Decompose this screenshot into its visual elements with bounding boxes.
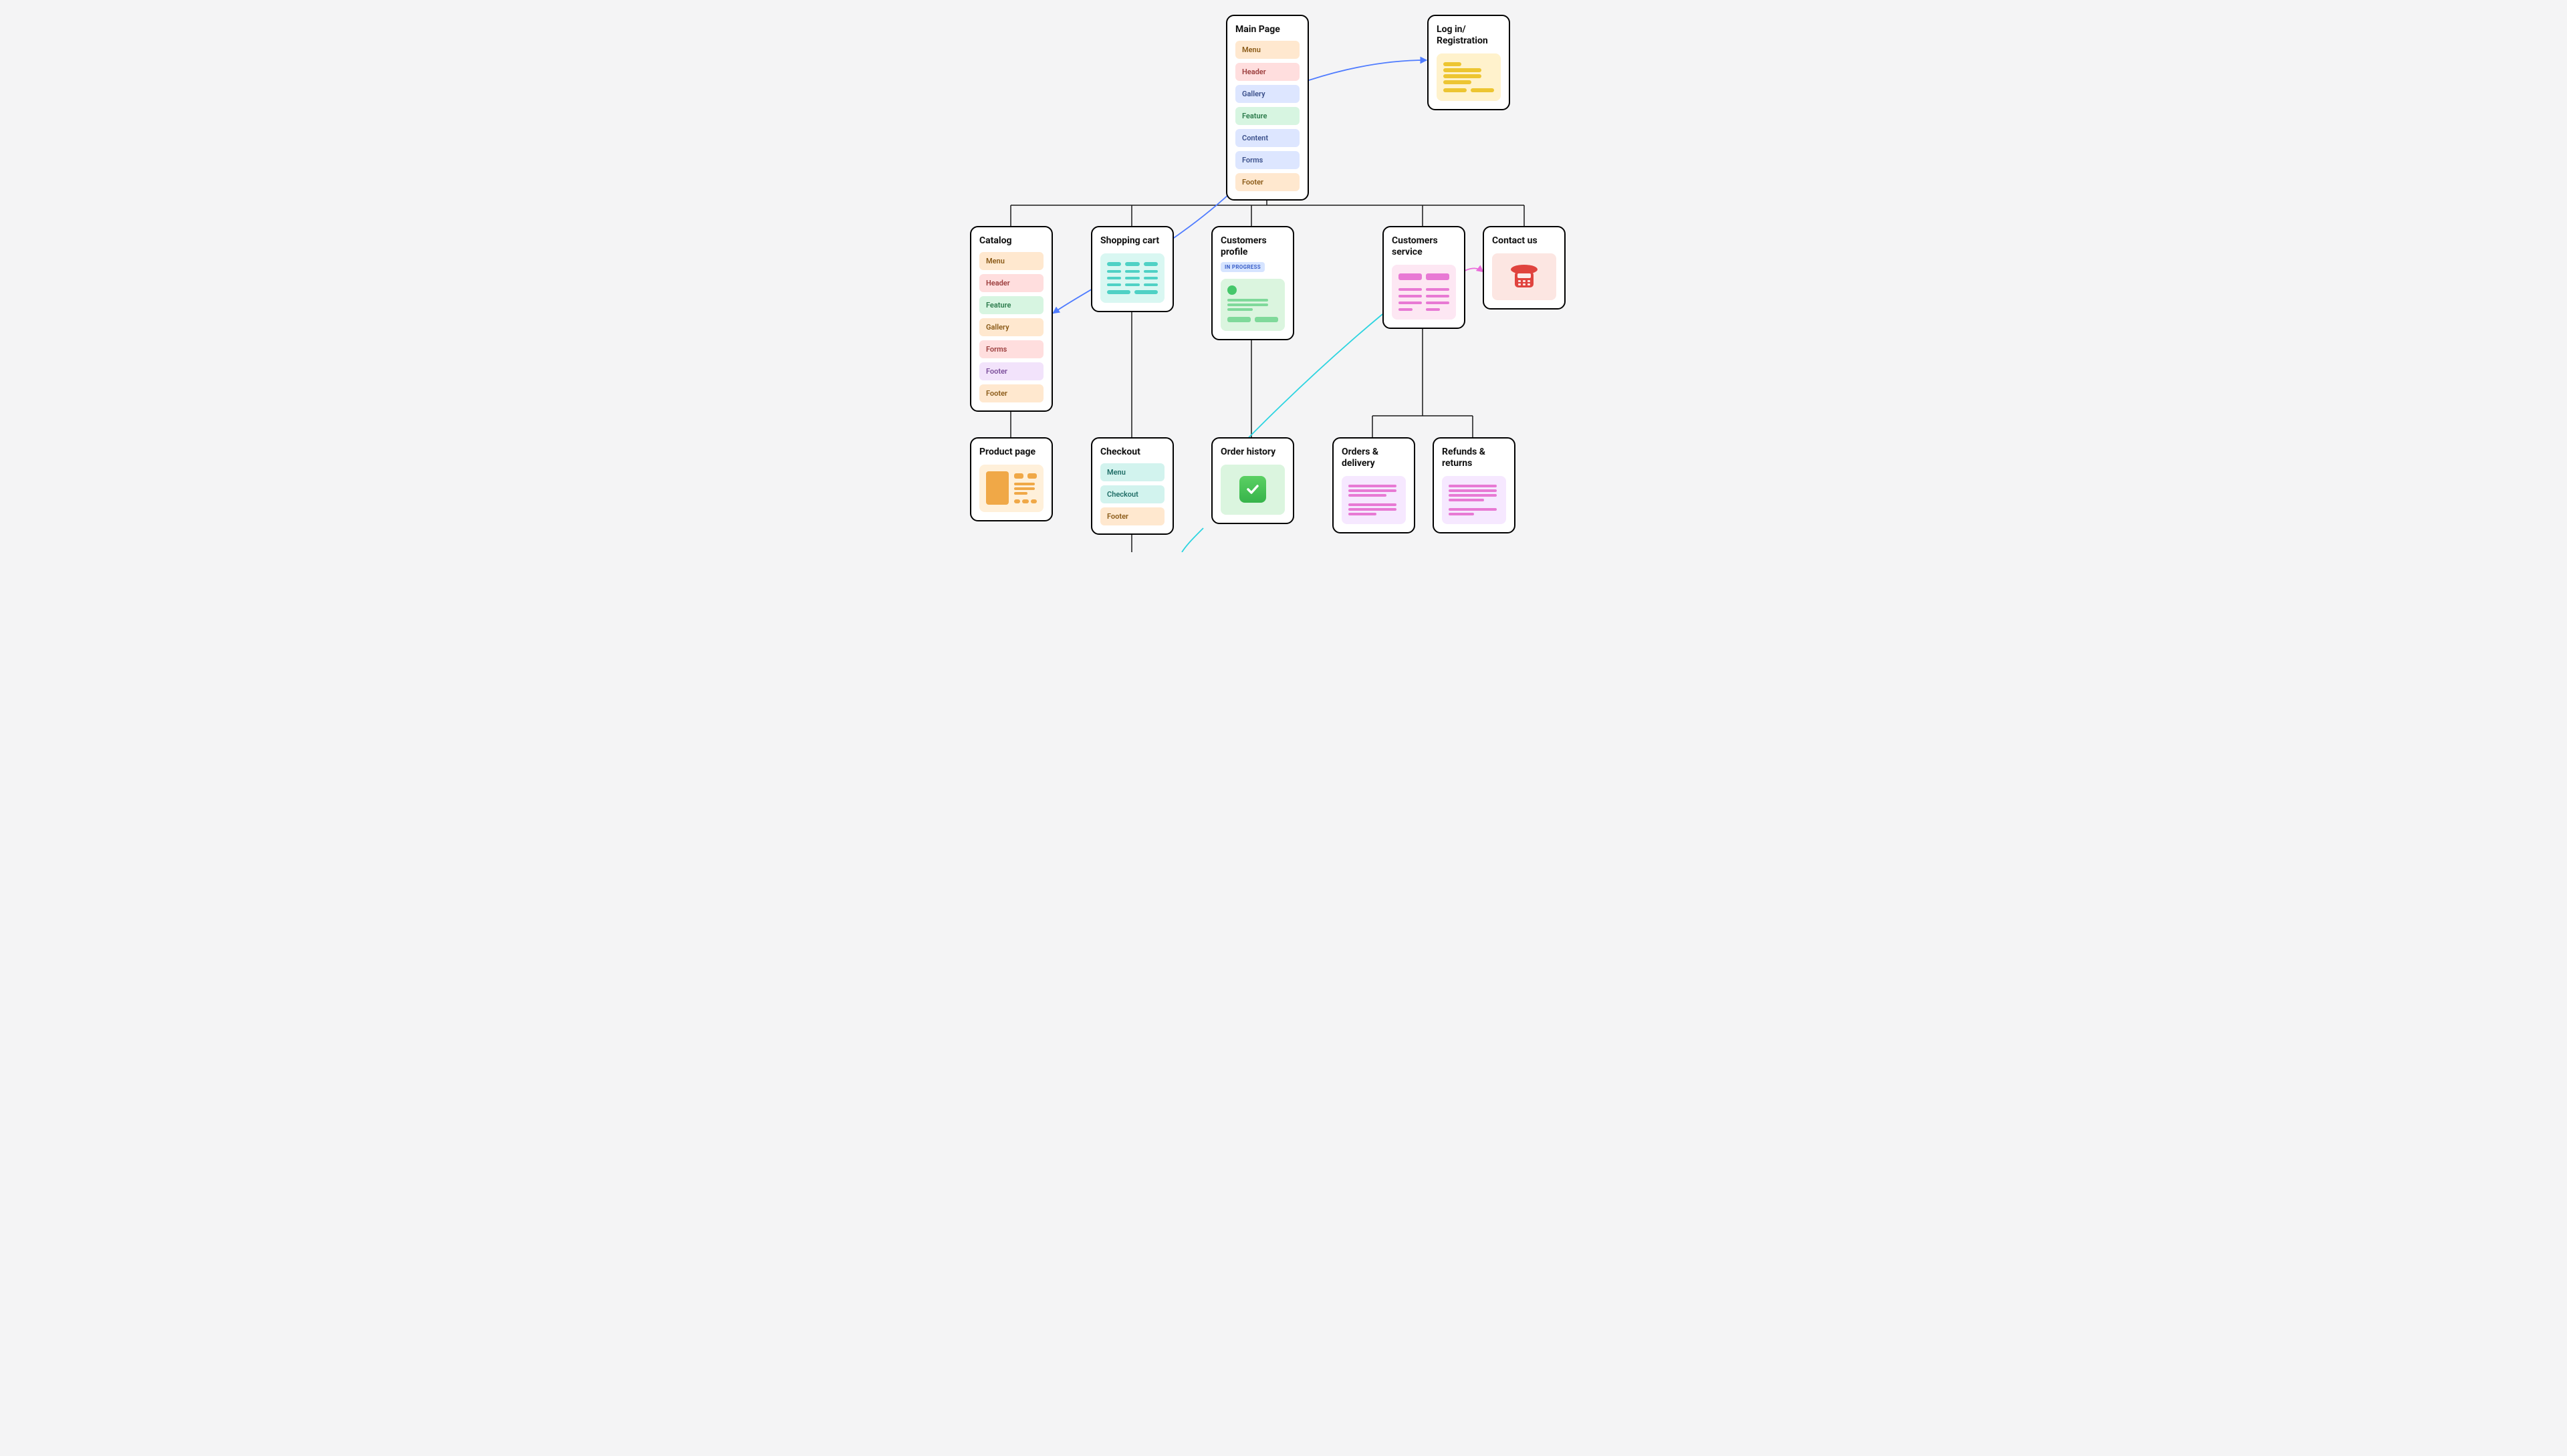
profile-title: Customers profile [1221, 235, 1285, 258]
contact-title: Contact us [1492, 235, 1556, 247]
checkout-section-footer: Footer [1100, 507, 1165, 525]
catalog-section-footer: Footer [979, 362, 1044, 380]
phone-icon [1509, 263, 1539, 290]
main-page-section-forms: Forms [1235, 151, 1300, 169]
product-title: Product page [979, 447, 1044, 458]
node-checkout[interactable]: Checkout Menu Checkout Footer [1091, 437, 1174, 535]
login-title: Log in/ Registration [1437, 24, 1501, 47]
order-history-title: Order history [1221, 447, 1285, 458]
product-thumbnail [979, 465, 1044, 512]
checkout-title: Checkout [1100, 447, 1165, 458]
orders-delivery-title: Orders & delivery [1342, 447, 1406, 469]
orders-delivery-thumbnail [1342, 476, 1406, 524]
catalog-sections: Menu Header Feature Gallery Forms Footer Foote… [979, 252, 1044, 402]
node-login[interactable]: Log in/ Registration [1427, 15, 1510, 110]
refunds-title: Refunds & returns [1442, 447, 1506, 469]
catalog-section-menu: Menu [979, 252, 1044, 270]
node-profile[interactable]: Customers profile IN PROGRESS [1211, 226, 1294, 340]
catalog-section-gallery: Gallery [979, 318, 1044, 336]
catalog-section-forms: Forms [979, 340, 1044, 358]
main-page-section-footer: Footer [1235, 173, 1300, 191]
main-page-section-gallery: Gallery [1235, 85, 1300, 103]
order-history-thumbnail [1221, 465, 1285, 515]
main-page-title: Main Page [1235, 24, 1300, 35]
main-page-section-header: Header [1235, 63, 1300, 81]
node-cart[interactable]: Shopping cart [1091, 226, 1174, 312]
node-orders-delivery[interactable]: Orders & delivery [1332, 437, 1415, 533]
node-order-history[interactable]: Order history [1211, 437, 1294, 524]
login-thumbnail [1437, 53, 1501, 101]
main-page-section-content: Content [1235, 129, 1300, 147]
node-refunds[interactable]: Refunds & returns [1433, 437, 1515, 533]
service-title: Customers service [1392, 235, 1456, 258]
checkmark-icon [1239, 476, 1266, 503]
node-contact[interactable]: Contact us [1483, 226, 1566, 310]
cart-title: Shopping cart [1100, 235, 1165, 247]
main-page-section-menu: Menu [1235, 41, 1300, 59]
profile-thumbnail [1221, 279, 1285, 331]
catalog-title: Catalog [979, 235, 1044, 247]
checkout-section-menu: Menu [1100, 463, 1165, 481]
checkout-sections: Menu Checkout Footer [1100, 463, 1165, 525]
service-thumbnail [1392, 265, 1456, 320]
main-page-section-feature: Feature [1235, 107, 1300, 125]
main-page-sections: Menu Header Gallery Feature Content Forms Foot… [1235, 41, 1300, 191]
node-catalog[interactable]: Catalog Menu Header Feature Gallery Forms Foo… [970, 226, 1053, 412]
contact-thumbnail [1492, 253, 1556, 300]
catalog-section-feature: Feature [979, 296, 1044, 314]
refunds-thumbnail [1442, 476, 1506, 524]
checkout-section-checkout: Checkout [1100, 485, 1165, 503]
cart-thumbnail [1100, 253, 1165, 303]
catalog-section-footer: Footer [979, 384, 1044, 402]
node-main-page[interactable]: Main Page Menu Header Gallery Feature Conten… [1226, 15, 1309, 201]
catalog-section-header: Header [979, 274, 1044, 292]
node-product[interactable]: Product page [970, 437, 1053, 521]
node-service[interactable]: Customers service [1382, 226, 1465, 329]
profile-status-badge: IN PROGRESS [1221, 262, 1265, 272]
